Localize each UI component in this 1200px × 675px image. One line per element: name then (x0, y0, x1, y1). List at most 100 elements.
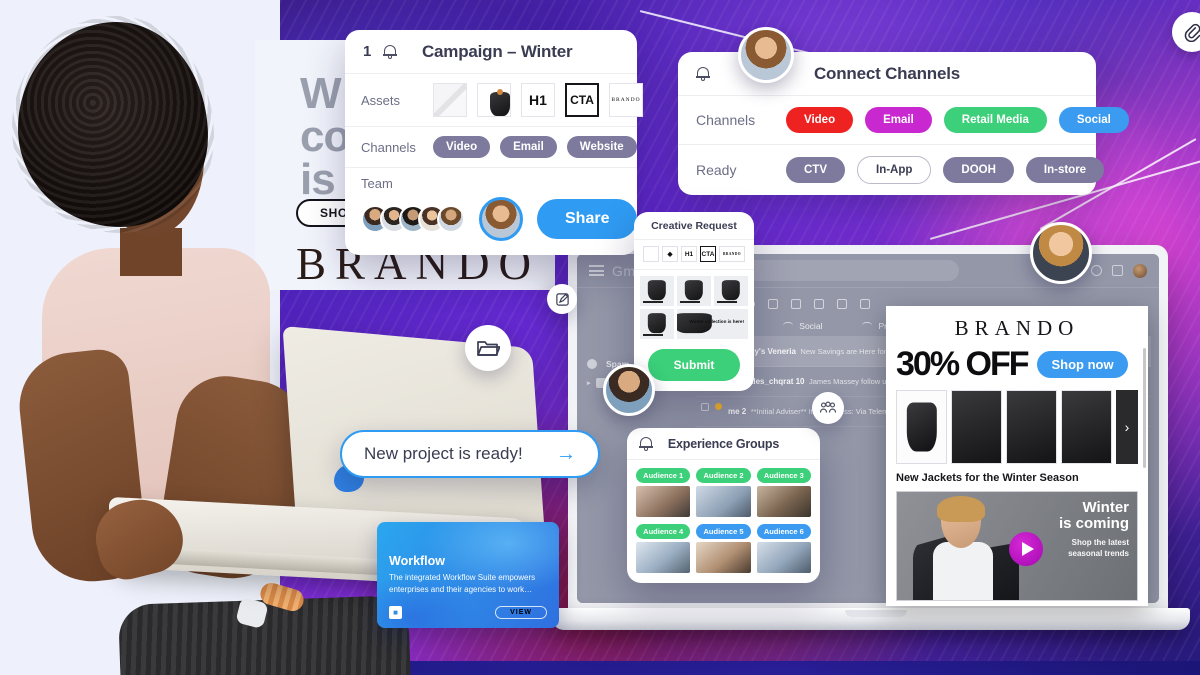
audience-cell[interactable]: Audience 6 (756, 524, 811, 573)
ready-chip-in-store[interactable]: In-store (1025, 157, 1105, 183)
delete-icon[interactable] (768, 299, 778, 309)
ready-chip-ctv[interactable]: CTV (786, 157, 845, 183)
snooze-icon[interactable] (814, 299, 824, 309)
channel-chip-social[interactable]: Social (1058, 107, 1129, 133)
folder-icon[interactable] (465, 325, 511, 371)
asset-h1[interactable]: H1 (681, 246, 697, 262)
workflow-content: Workflow The integrated Workflow Suite e… (377, 522, 559, 596)
audience-cell[interactable]: Audience 1 (636, 468, 691, 517)
bell-icon[interactable] (383, 44, 398, 59)
asset-jacket-thumbnail[interactable] (477, 83, 511, 117)
tab-label: Social (799, 320, 823, 331)
hamburger-menu-icon[interactable] (589, 265, 604, 276)
audience-image (636, 542, 691, 573)
tab-social[interactable]: Social (783, 321, 822, 331)
chevron-right-icon[interactable]: › (1116, 390, 1138, 464)
avatar[interactable] (437, 205, 465, 233)
people-group-icon[interactable] (812, 392, 844, 424)
creative-thumbnail[interactable] (640, 309, 674, 339)
new-project-notification[interactable]: New project is ready! → (340, 430, 600, 478)
important-marker-icon[interactable] (715, 403, 722, 410)
product-thumbnail[interactable] (1006, 390, 1057, 464)
bell-icon[interactable] (639, 436, 653, 451)
edit-pen-icon[interactable] (547, 284, 577, 314)
team-section: Team Share (345, 168, 638, 255)
shop-now-button[interactable]: Shop now (1037, 351, 1128, 378)
assets-label: Assets (361, 92, 401, 108)
avatar[interactable] (738, 27, 794, 83)
creative-request-card[interactable]: Creative Request ◆ H1 CTA BRANDO Winter … (634, 212, 754, 391)
product-thumbnail[interactable] (951, 390, 1002, 464)
add-to-tasks-icon[interactable] (837, 299, 847, 309)
asset-room-thumbnail[interactable] (433, 83, 467, 117)
ready-chip-dooh[interactable]: DOOH (943, 157, 1014, 183)
channel-chip-email[interactable]: Email (865, 107, 932, 133)
channel-chip-retail-media[interactable]: Retail Media (943, 107, 1047, 133)
creative-assets-strip: ◆ H1 CTA BRANDO (634, 239, 754, 270)
audience-label: Audience 1 (636, 468, 691, 483)
audience-label: Audience 4 (636, 524, 691, 539)
account-avatar[interactable] (1133, 263, 1147, 278)
product-thumbnail[interactable] (896, 390, 947, 464)
people-icon (783, 321, 794, 330)
promo-offer-row: 30% OFF Shop now (886, 345, 1148, 390)
workflow-description: The integrated Workflow Suite empowers e… (389, 573, 536, 594)
assets-row: Assets H1 CTA BRANDO (345, 74, 643, 127)
workflow-card[interactable]: Workflow The integrated Workflow Suite e… (377, 522, 559, 628)
creative-thumbnail[interactable] (640, 276, 674, 306)
channel-chip-video[interactable]: Video (786, 107, 854, 133)
ready-chip-in-app[interactable]: In-App (857, 156, 932, 184)
audience-cell[interactable]: Audience 4 (636, 524, 691, 573)
audience-cell[interactable]: Audience 2 (696, 468, 751, 517)
asset-brand[interactable]: BRANDO (609, 83, 643, 117)
audience-cell[interactable]: Audience 5 (696, 524, 751, 573)
submit-button[interactable]: Submit (648, 349, 740, 381)
asset-jacket-thumbnail[interactable]: ◆ (662, 246, 678, 262)
product-thumbnail[interactable] (1061, 390, 1112, 464)
scrollbar[interactable] (1143, 348, 1146, 468)
tag-icon (862, 321, 873, 330)
creatives-grid: Winter collection is here! (634, 270, 754, 345)
view-button[interactable]: VIEW (495, 606, 547, 619)
audience-image (636, 486, 691, 517)
page-title: Experience Groups (667, 436, 780, 451)
asset-h1[interactable]: H1 (521, 83, 555, 117)
arrow-right-icon[interactable]: → (556, 443, 576, 466)
audience-label: Audience 2 (696, 468, 751, 483)
audience-cell[interactable]: Audience 3 (756, 468, 811, 517)
asset-brand[interactable]: BRANDO (719, 246, 745, 262)
promo-caption: New Jackets for the Winter Season (896, 472, 1079, 484)
share-button[interactable]: Share (537, 199, 638, 239)
promo-video-banner[interactable]: Winter is coming Shop the latest seasona… (896, 491, 1138, 601)
asset-cta[interactable]: CTA (700, 246, 716, 262)
creative-caption: Winter collection is here! (689, 319, 744, 324)
row-checkbox[interactable] (701, 403, 709, 411)
channel-chip-video[interactable]: Video (433, 136, 491, 158)
play-icon[interactable] (1009, 532, 1043, 566)
bell-icon[interactable] (696, 66, 710, 81)
asset-cta[interactable]: CTA (565, 83, 599, 117)
team-avatars[interactable] (361, 205, 465, 233)
experience-groups-card[interactable]: Experience Groups Audience 1 Audience 2 … (627, 428, 820, 583)
team-label: Team (361, 176, 393, 191)
avatar[interactable] (1030, 222, 1092, 284)
campaign-card-header: 1 Campaign – Winter (345, 30, 637, 74)
apps-grid-icon[interactable] (1112, 265, 1123, 276)
audience-image (756, 542, 811, 573)
asset-room-thumbnail[interactable] (643, 246, 659, 262)
promo-panel: BRANDO 30% OFF Shop now › New Jackets fo… (886, 306, 1148, 606)
creative-thumbnail[interactable] (677, 276, 711, 306)
campaign-card[interactable]: 1 Campaign – Winter Assets H1 CTA BRANDO… (345, 30, 643, 255)
creative-thumbnail[interactable] (714, 276, 748, 306)
connect-channels-card[interactable]: Connect Channels Channels Video Email Re… (678, 52, 1129, 195)
more-options-icon[interactable] (860, 299, 870, 309)
creative-thumbnail-wide[interactable]: Winter collection is here! (677, 309, 748, 339)
video-title-line2: is coming (1058, 515, 1129, 533)
settings-gear-icon[interactable] (1091, 265, 1102, 276)
avatar[interactable] (603, 364, 655, 416)
current-user-avatar[interactable] (479, 197, 523, 241)
channel-chip-email[interactable]: Email (500, 136, 557, 158)
mark-unread-icon[interactable] (791, 299, 801, 309)
spam-icon (587, 358, 597, 369)
channel-chip-website[interactable]: Website (566, 136, 637, 158)
